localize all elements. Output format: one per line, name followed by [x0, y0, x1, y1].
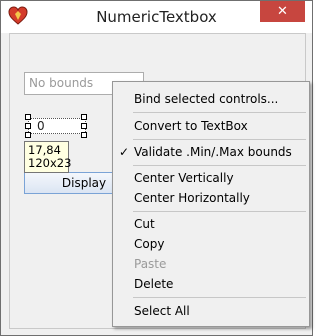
- menu-item-paste: Paste: [113, 254, 309, 274]
- resize-handle-middle-left[interactable]: [25, 123, 31, 129]
- menu-item-convert-to-textbox[interactable]: Convert to TextBox: [113, 116, 309, 136]
- numeric-textbox-selected[interactable]: 0: [28, 118, 86, 134]
- numeric-textbox-value: 0: [37, 119, 45, 133]
- checkmark-icon: ✓: [118, 145, 130, 159]
- menu-item-label: Delete: [134, 277, 174, 291]
- menu-separator: [133, 165, 306, 166]
- menu-item-label: Center Horizontally: [134, 191, 250, 205]
- menu-item-label: Paste: [134, 257, 167, 271]
- menu-item-cut[interactable]: Cut: [113, 214, 309, 234]
- menu-item-label: Validate .Min/.Max bounds: [134, 145, 292, 159]
- menu-separator: [133, 139, 306, 140]
- menu-item-label: Copy: [134, 237, 165, 251]
- menu-item-label: Cut: [134, 217, 155, 231]
- menu-item-label: Convert to TextBox: [134, 119, 248, 133]
- no-bounds-placeholder: No bounds: [29, 76, 94, 90]
- menu-separator: [133, 297, 306, 298]
- menu-item-select-all[interactable]: Select All: [113, 301, 309, 321]
- close-icon: ✕: [277, 4, 288, 19]
- menu-item-center-vertically[interactable]: Center Vertically: [113, 168, 309, 188]
- menu-item-validate-bounds[interactable]: ✓ Validate .Min/.Max bounds: [113, 142, 309, 162]
- menu-item-copy[interactable]: Copy: [113, 234, 309, 254]
- menu-item-delete[interactable]: Delete: [113, 274, 309, 294]
- tooltip-size: 120x23: [28, 156, 72, 170]
- menu-item-bind-selected-controls[interactable]: Bind selected controls...: [113, 89, 309, 109]
- menu-item-center-horizontally[interactable]: Center Horizontally: [113, 188, 309, 208]
- resize-handle-middle-right[interactable]: [81, 123, 87, 129]
- menu-item-label: Select All: [134, 304, 190, 318]
- menu-item-label: Center Vertically: [134, 171, 234, 185]
- menu-item-label: Bind selected controls...: [134, 92, 279, 106]
- menu-separator: [133, 112, 306, 113]
- resize-handle-top-left[interactable]: [25, 114, 31, 120]
- resize-handle-bottom-left[interactable]: [25, 132, 31, 138]
- context-menu: Bind selected controls... Convert to Tex…: [112, 81, 310, 327]
- resize-handle-bottom-middle[interactable]: [81, 132, 87, 138]
- display-button-label: Display: [61, 176, 107, 190]
- app-window: NumericTextbox ✕ No bounds 0 Display 17,…: [0, 0, 313, 336]
- menu-separator: [133, 211, 306, 212]
- title-bar[interactable]: NumericTextbox ✕: [1, 1, 312, 33]
- position-size-tooltip: 17,84 120x23: [24, 141, 72, 173]
- close-button[interactable]: ✕: [260, 1, 305, 22]
- resize-handle-top-middle[interactable]: [81, 114, 87, 120]
